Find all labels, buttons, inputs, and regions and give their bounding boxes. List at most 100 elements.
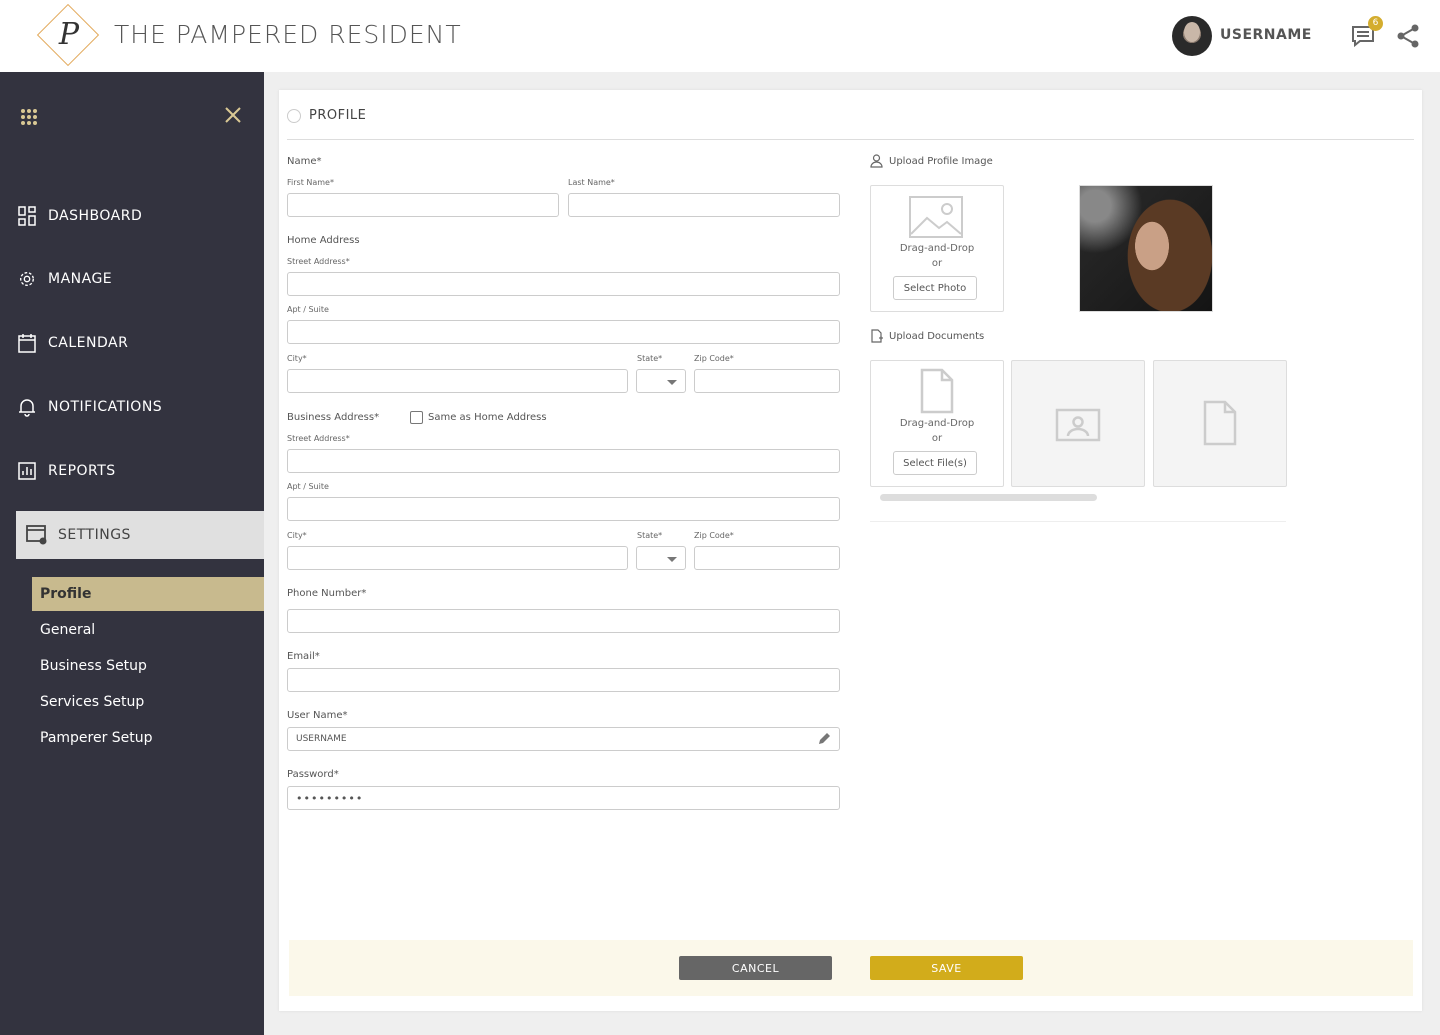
- message-count-badge: 6: [1368, 16, 1383, 31]
- or-text: or: [931, 258, 943, 269]
- user-avatar[interactable]: [1172, 16, 1212, 56]
- business-zip-field[interactable]: [694, 546, 840, 570]
- header-username[interactable]: USERNAME: [1220, 27, 1312, 43]
- business-street-label: Street Address*: [287, 434, 350, 443]
- photo-drop-zone[interactable]: Drag-and-Drop or Select Photo: [870, 185, 1004, 312]
- business-state-select[interactable]: [636, 546, 686, 570]
- nav-manage-label: MANAGE: [48, 271, 113, 287]
- username-field[interactable]: USERNAME: [287, 727, 840, 751]
- documents-scrollbar[interactable]: [880, 494, 1097, 501]
- upload-documents-text: Upload Documents: [889, 330, 985, 342]
- home-city-label: City*: [287, 354, 307, 363]
- nav-calendar-label: CALENDAR: [48, 335, 129, 351]
- info-icon: [287, 108, 301, 123]
- last-name-field[interactable]: [568, 193, 840, 217]
- upload-profile-image-label: Upload Profile Image: [870, 154, 993, 168]
- divider: [287, 139, 1414, 140]
- sub-item-pamperer-setup[interactable]: Pamperer Setup: [32, 721, 264, 755]
- password-label: Password*: [287, 769, 339, 780]
- email-label: Email*: [287, 651, 320, 662]
- drag-drop-text: Drag-and-Drop: [899, 243, 975, 254]
- nav-dashboard-label: DASHBOARD: [48, 208, 143, 224]
- last-name-label: Last Name*: [568, 178, 615, 187]
- nav-reports-label: REPORTS: [48, 463, 116, 479]
- nav-notifications-label: NOTIFICATIONS: [48, 399, 163, 415]
- nav-settings-label: SETTINGS: [58, 527, 131, 543]
- pencil-edit-icon[interactable]: [817, 732, 831, 746]
- document-thumbnail-id-card[interactable]: [1011, 360, 1145, 487]
- user-icon: [870, 154, 883, 168]
- sub-item-business-setup[interactable]: Business Setup: [32, 649, 264, 683]
- business-apt-field[interactable]: [287, 497, 840, 521]
- gear-icon: [20, 272, 34, 286]
- card-header: PROFILE: [287, 108, 366, 123]
- upload-profile-image-text: Upload Profile Image: [889, 155, 993, 167]
- close-icon[interactable]: [224, 106, 242, 124]
- drag-drop-text: Drag-and-Drop: [899, 418, 975, 429]
- nav-notifications[interactable]: NOTIFICATIONS: [18, 394, 258, 420]
- business-street-field[interactable]: [287, 449, 840, 473]
- home-street-label: Street Address*: [287, 257, 350, 266]
- image-placeholder-icon: [909, 196, 963, 238]
- apps-grid-icon[interactable]: [20, 108, 38, 126]
- app-header: P THE PAMPERED RESIDENT USERNAME 6: [0, 0, 1440, 72]
- business-state-label: State*: [637, 531, 663, 540]
- home-apt-label: Apt / Suite: [287, 305, 329, 314]
- nav-settings[interactable]: SETTINGS: [16, 511, 264, 559]
- nav-manage[interactable]: MANAGE: [18, 266, 258, 292]
- document-placeholder-icon: [920, 368, 954, 414]
- documents-drop-zone[interactable]: Drag-and-Drop or Select File(s): [870, 360, 1004, 487]
- home-zip-field[interactable]: [694, 369, 840, 393]
- username-value: USERNAME: [296, 734, 347, 744]
- profile-card: PROFILE Name* First Name* Last Name* Hom…: [279, 90, 1422, 1011]
- divider: [870, 521, 1286, 522]
- home-city-field[interactable]: [287, 369, 628, 393]
- home-state-select[interactable]: [636, 369, 686, 393]
- phone-label: Phone Number*: [287, 588, 367, 599]
- document-thumbnail-file[interactable]: [1153, 360, 1287, 487]
- home-zip-label: Zip Code*: [694, 354, 734, 363]
- form-footer: CANCEL SAVE: [289, 940, 1413, 996]
- cancel-button[interactable]: CANCEL: [679, 956, 832, 980]
- sidebar: DASHBOARD MANAGE CALENDAR NOTIFICATIONS …: [0, 72, 264, 1035]
- home-address-label: Home Address: [287, 235, 360, 246]
- profile-photo-preview[interactable]: [1079, 185, 1213, 312]
- nav-reports[interactable]: REPORTS: [18, 458, 258, 484]
- email-field[interactable]: [287, 668, 840, 692]
- or-text: or: [931, 433, 943, 444]
- settings-window-icon: [26, 525, 47, 545]
- home-apt-field[interactable]: [287, 320, 840, 344]
- sub-item-general[interactable]: General: [32, 613, 264, 647]
- home-state-label: State*: [637, 354, 663, 363]
- business-apt-label: Apt / Suite: [287, 482, 329, 491]
- nav-calendar[interactable]: CALENDAR: [18, 330, 258, 356]
- share-icon[interactable]: [1396, 23, 1420, 49]
- select-photo-button[interactable]: Select Photo: [893, 276, 977, 300]
- logo-letter: P: [58, 17, 80, 52]
- bell-icon: [19, 399, 35, 417]
- document-add-icon: [871, 329, 883, 343]
- name-label: Name*: [287, 156, 322, 167]
- nav-dashboard[interactable]: DASHBOARD: [18, 203, 258, 229]
- first-name-field[interactable]: [287, 193, 559, 217]
- business-zip-label: Zip Code*: [694, 531, 734, 540]
- password-field[interactable]: •••••••••: [287, 786, 840, 810]
- calendar-icon: [18, 334, 36, 353]
- business-city-field[interactable]: [287, 546, 628, 570]
- page-title: PROFILE: [309, 108, 367, 123]
- first-name-label: First Name*: [287, 178, 334, 187]
- business-city-label: City*: [287, 531, 307, 540]
- reports-icon: [18, 462, 36, 480]
- sub-item-services-setup[interactable]: Services Setup: [32, 685, 264, 719]
- business-address-label: Business Address*: [287, 412, 380, 423]
- save-button[interactable]: SAVE: [870, 956, 1023, 980]
- id-card-icon: [1055, 408, 1101, 442]
- phone-field[interactable]: [287, 609, 840, 633]
- same-as-home-checkbox[interactable]: [410, 411, 423, 424]
- brand-title: THE PAMPERED RESIDENT: [114, 20, 462, 49]
- home-street-field[interactable]: [287, 272, 840, 296]
- dashboard-icon: [18, 206, 36, 226]
- same-as-home-label[interactable]: Same as Home Address: [428, 412, 547, 423]
- select-files-button[interactable]: Select File(s): [893, 451, 977, 475]
- sub-item-profile[interactable]: Profile: [32, 577, 264, 611]
